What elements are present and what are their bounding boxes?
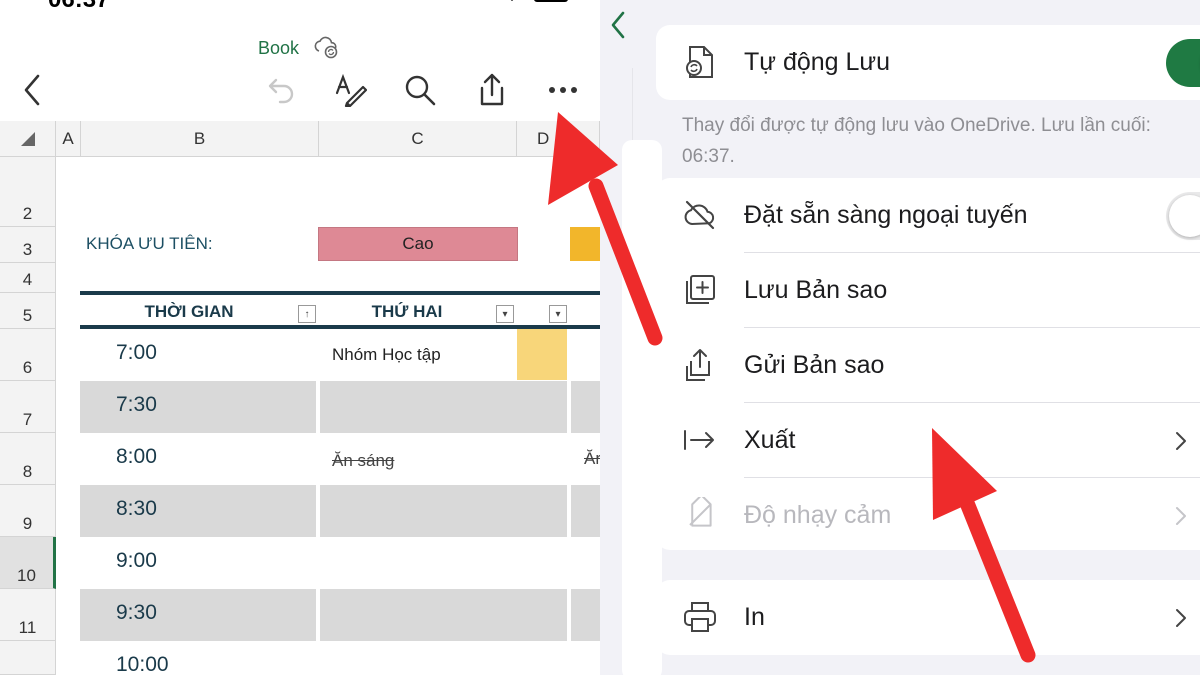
column-header-a[interactable]: A	[56, 121, 81, 157]
row-header-8[interactable]: 8	[0, 433, 56, 485]
back-button[interactable]	[12, 70, 52, 110]
chevron-left-icon	[611, 11, 625, 39]
task-breakfast-next[interactable]: Ăr	[584, 449, 600, 469]
row-header-7[interactable]: 7	[0, 381, 56, 433]
share-icon	[480, 73, 504, 106]
search-button[interactable]	[400, 70, 440, 110]
priority-high-cell[interactable]: Cao	[318, 227, 518, 261]
print-card: In	[656, 580, 1200, 655]
row-header-5[interactable]: 5	[0, 293, 56, 329]
draw-button[interactable]	[330, 70, 370, 110]
offline-label: Đặt sẵn sàng ngoại tuyến	[744, 201, 1028, 229]
more-button[interactable]	[543, 70, 583, 110]
row-header-4[interactable]: 4	[0, 263, 56, 293]
row-header-10[interactable]: 10	[0, 537, 56, 589]
cloud-sync-icon	[314, 36, 338, 59]
task-breakfast[interactable]: Ăn sáng	[332, 451, 394, 471]
search-icon	[405, 75, 436, 106]
file-actions-card: Đặt sẵn sàng ngoại tuyến Lưu Bản sao Gửi…	[656, 178, 1200, 550]
status-time: 06:37	[48, 0, 109, 14]
table-row[interactable]: 7:30	[80, 381, 600, 433]
corner-triangle-icon	[20, 131, 35, 146]
spreadsheet-grid[interactable]: A B C D 2 3 4 5 6 7 8 9 10 11 KHÓA ƯU TI…	[0, 121, 600, 675]
header-time[interactable]: THỜI GIAN	[81, 297, 297, 327]
table-row[interactable]: 9:30	[80, 589, 600, 641]
document-title[interactable]: Book	[258, 38, 299, 59]
header-monday[interactable]: THỨ HAI	[319, 297, 495, 327]
chevron-right-icon	[1176, 609, 1186, 627]
chevron-right-icon	[1176, 507, 1186, 525]
pen-text-icon	[335, 73, 367, 107]
column-header-c[interactable]: C	[319, 121, 517, 157]
sensitivity-label: Độ nhạy cảm	[744, 501, 892, 529]
time-cell: 8:30	[116, 497, 157, 520]
time-cell: 9:00	[116, 549, 157, 572]
autosave-file-icon	[686, 46, 713, 78]
send-copy-row[interactable]: Gửi Bản sao	[656, 328, 1200, 403]
offline-row[interactable]: Đặt sẵn sàng ngoại tuyến	[656, 178, 1200, 253]
share-copy-icon	[686, 349, 710, 381]
autosave-row[interactable]: Tự động Lưu	[656, 25, 1200, 100]
undo-icon	[268, 78, 294, 104]
row-header-11[interactable]: 11	[0, 589, 56, 641]
time-cell: 10:00	[116, 653, 169, 675]
export-arrow-icon	[684, 430, 714, 450]
share-button[interactable]	[472, 70, 512, 110]
send-copy-label: Gửi Bản sao	[744, 351, 885, 379]
priority-medium-cell[interactable]	[570, 227, 600, 261]
row-header-9[interactable]: 9	[0, 485, 56, 537]
sensitivity-row[interactable]: Độ nhạy cảm	[656, 478, 1200, 550]
save-copy-row[interactable]: Lưu Bản sao	[656, 253, 1200, 328]
autosave-label: Tự động Lưu	[744, 48, 891, 76]
save-copy-label: Lưu Bản sao	[744, 276, 888, 304]
more-dots-icon	[549, 87, 577, 93]
filter-button-next[interactable]: ▾	[549, 305, 567, 323]
sensitivity-label-icon	[689, 497, 712, 527]
column-header-d[interactable]: D	[517, 121, 600, 157]
time-cell: 9:30	[116, 601, 157, 624]
table-row[interactable]: 9:00	[80, 537, 600, 589]
autosave-toggle[interactable]	[1166, 39, 1200, 87]
export-label: Xuất	[744, 426, 796, 454]
row-header-2[interactable]: 2	[0, 157, 56, 227]
highlight-cell[interactable]	[517, 329, 567, 380]
time-cell: 7:00	[116, 341, 157, 364]
column-header-b[interactable]: B	[81, 121, 319, 157]
table-row[interactable]: 10:00	[80, 641, 600, 675]
back-button[interactable]	[610, 10, 626, 45]
table-row[interactable]: 8:30	[80, 485, 600, 537]
row-header-12[interactable]	[0, 641, 56, 675]
filter-button-monday[interactable]: ▾	[496, 305, 514, 323]
chevron-right-icon	[1176, 432, 1186, 450]
save-copy-icon	[686, 275, 715, 304]
autosave-card: Tự động Lưu	[656, 25, 1200, 100]
undo-button[interactable]	[262, 70, 302, 110]
time-cell: 7:30	[116, 393, 157, 416]
print-row[interactable]: In	[656, 580, 1200, 655]
excel-screen: 06:37 Book A B C D 2 3	[0, 0, 600, 675]
toggle-knob	[1169, 195, 1200, 237]
task-study-group[interactable]: Nhóm Học tập	[332, 345, 441, 365]
printer-icon	[684, 602, 716, 632]
export-row[interactable]: Xuất	[656, 403, 1200, 478]
sort-button[interactable]: ↑	[298, 305, 316, 323]
row-header-6[interactable]: 6	[0, 329, 56, 381]
select-all-corner[interactable]	[0, 121, 56, 157]
time-cell: 8:00	[116, 445, 157, 468]
table-top-border	[80, 291, 600, 295]
chevron-left-icon	[24, 74, 40, 106]
priority-label: KHÓA ƯU TIÊN:	[86, 234, 213, 253]
print-label: In	[744, 603, 765, 631]
status-icons	[510, 0, 568, 2]
offline-toggle[interactable]	[1166, 192, 1200, 240]
column-divider	[567, 329, 571, 675]
row-header-3[interactable]: 3	[0, 227, 56, 263]
column-divider	[316, 329, 320, 675]
file-menu-panel: Tự động Lưu Thay đổi được tự động lưu và…	[600, 0, 1200, 675]
cloud-off-icon	[684, 200, 715, 230]
autosave-note: Thay đổi được tự động lưu vào OneDrive. …	[682, 115, 1151, 167]
